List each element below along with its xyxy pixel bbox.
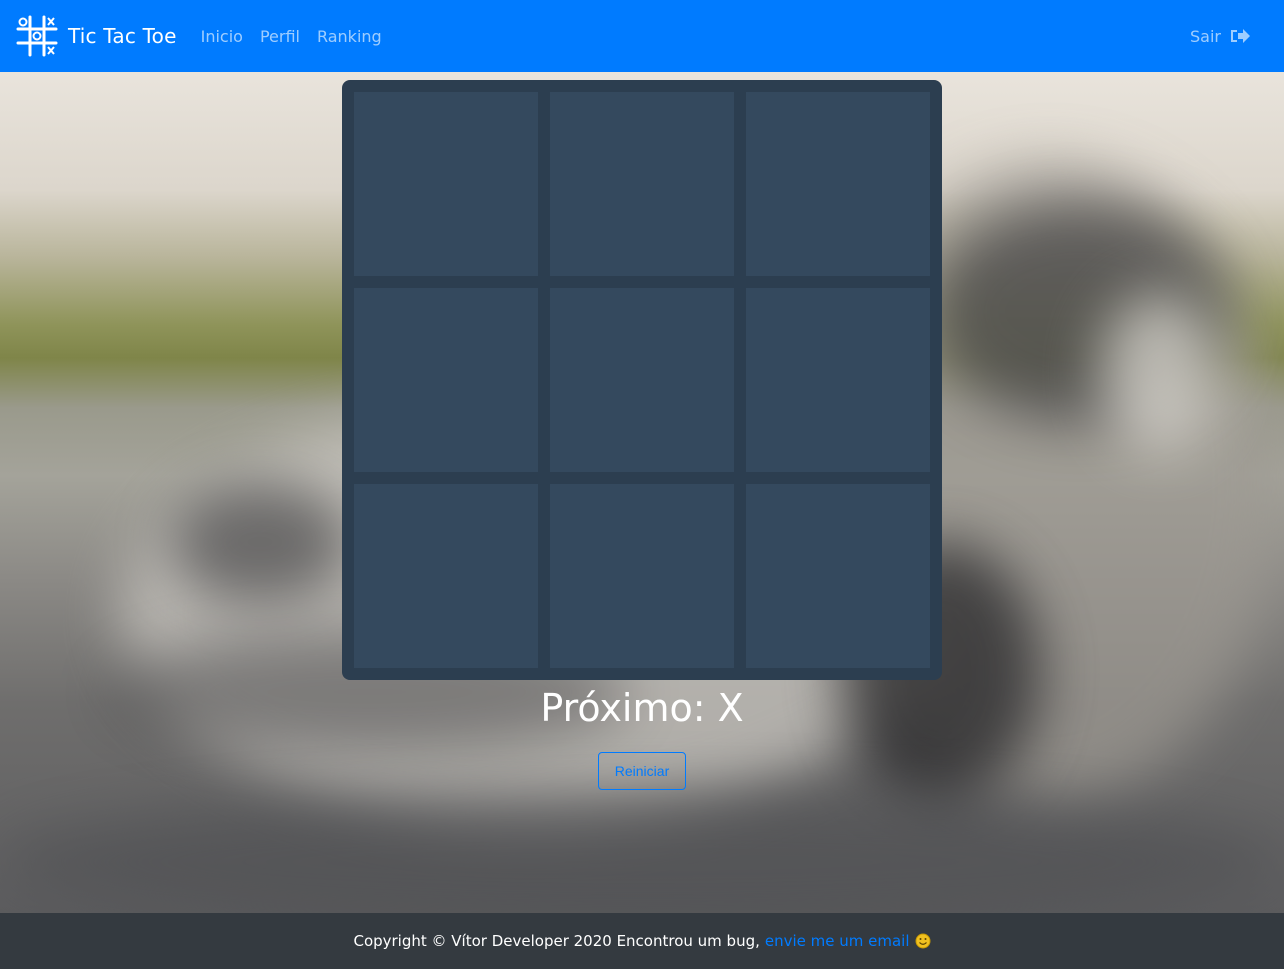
game-board <box>342 80 942 680</box>
nav-links: Inicio Perfil Ranking <box>201 27 399 46</box>
page: Tic Tac Toe Inicio Perfil Ranking Sair P… <box>0 0 1284 969</box>
nav-link-ranking[interactable]: Ranking <box>317 27 382 46</box>
board-cell-1[interactable] <box>354 92 538 276</box>
smiley-icon <box>915 933 931 949</box>
footer-email-link[interactable]: envie me um email <box>765 932 910 950</box>
board-cell-5[interactable] <box>550 288 734 472</box>
board-cell-2[interactable] <box>550 92 734 276</box>
logout-label: Sair <box>1190 26 1221 46</box>
restart-button[interactable]: Reiniciar <box>598 752 686 790</box>
logout-link[interactable]: Sair <box>1190 26 1251 46</box>
board-cell-9[interactable] <box>746 484 930 668</box>
board-cell-6[interactable] <box>746 288 930 472</box>
next-player-status: Próximo: X <box>540 686 744 730</box>
nav-link-perfil[interactable]: Perfil <box>260 27 300 46</box>
board-cell-3[interactable] <box>746 92 930 276</box>
brand-link[interactable]: Tic Tac Toe <box>16 15 177 57</box>
board-cell-4[interactable] <box>354 288 538 472</box>
sign-out-icon <box>1231 29 1250 43</box>
board-cell-8[interactable] <box>550 484 734 668</box>
footer: Copyright © Vítor Developer 2020 Encontr… <box>0 913 1284 969</box>
board-cell-7[interactable] <box>354 484 538 668</box>
brand-title: Tic Tac Toe <box>68 24 177 48</box>
nav-link-inicio[interactable]: Inicio <box>201 27 243 46</box>
tic-tac-toe-logo-icon <box>16 15 58 57</box>
navbar: Tic Tac Toe Inicio Perfil Ranking Sair <box>0 0 1284 72</box>
footer-copyright: Copyright © Vítor Developer 2020 Encontr… <box>353 932 760 950</box>
